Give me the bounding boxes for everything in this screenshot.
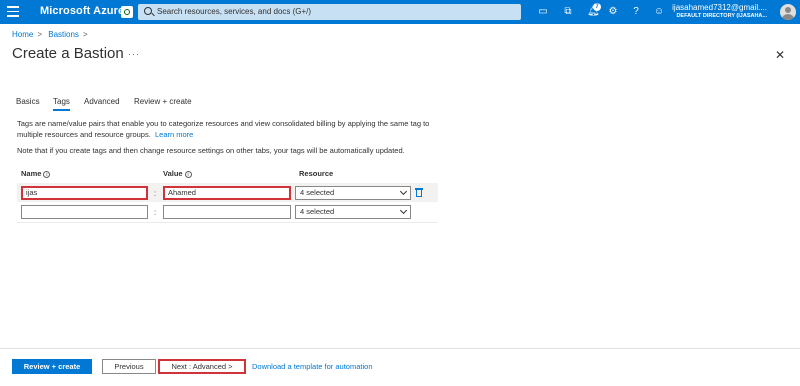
feedback-icon[interactable]: ☺ bbox=[653, 6, 665, 18]
search-icon bbox=[144, 7, 152, 15]
column-header-value: Value i bbox=[163, 169, 192, 178]
next-advanced-button[interactable]: Next : Advanced > bbox=[158, 359, 246, 374]
cloud-shell-icon[interactable]: ▭ bbox=[537, 6, 549, 18]
more-options-icon[interactable]: ··· bbox=[128, 49, 140, 59]
tab-basics[interactable]: Basics bbox=[16, 97, 40, 106]
tab-tags[interactable]: Tags bbox=[53, 97, 70, 111]
breadcrumb-home[interactable]: Home bbox=[12, 30, 33, 39]
close-icon[interactable]: ✕ bbox=[775, 48, 785, 62]
resource-select[interactable]: 4 selected bbox=[295, 186, 411, 200]
column-header-name-label: Name bbox=[21, 169, 42, 178]
tag-value-input[interactable] bbox=[163, 205, 291, 219]
breadcrumb-bastions[interactable]: Bastions bbox=[48, 30, 79, 39]
resource-select-value: 4 selected bbox=[300, 207, 335, 216]
page-title: Create a Bastion bbox=[12, 45, 124, 62]
account-directory[interactable]: DEFAULT DIRECTORY (IJASAHA... bbox=[676, 13, 767, 19]
avatar[interactable] bbox=[780, 4, 796, 20]
column-header-value-label: Value bbox=[163, 169, 183, 178]
settings-icon[interactable]: ⚙ bbox=[607, 6, 619, 18]
learn-more-link[interactable]: Learn more bbox=[155, 130, 193, 139]
tag-value-input[interactable]: Ahamed bbox=[163, 186, 291, 200]
tab-advanced[interactable]: Advanced bbox=[84, 97, 120, 106]
chevron-down-icon bbox=[399, 206, 408, 215]
tags-description-text: Tags are name/value pairs that enable yo… bbox=[17, 119, 430, 139]
breadcrumb-separator: > bbox=[82, 30, 88, 39]
breadcrumb: Home > Bastions > bbox=[12, 30, 92, 39]
delete-tag-icon[interactable] bbox=[415, 188, 423, 197]
tab-review-create[interactable]: Review + create bbox=[134, 97, 192, 106]
account-name[interactable]: ijasahamed7312@gmail.... bbox=[672, 3, 767, 12]
resource-select-value: 4 selected bbox=[300, 188, 335, 197]
notification-badge: 7 bbox=[593, 3, 601, 11]
hamburger-icon[interactable] bbox=[7, 6, 19, 18]
info-icon[interactable]: i bbox=[43, 171, 51, 178]
column-header-name: Name i bbox=[21, 169, 51, 178]
help-icon[interactable]: ? bbox=[630, 6, 642, 18]
copilot-icon[interactable] bbox=[121, 6, 133, 18]
tag-name-input[interactable]: ijas bbox=[21, 186, 148, 200]
review-create-button[interactable]: Review + create bbox=[12, 359, 92, 374]
top-bar: Microsoft Azure Search resources, servic… bbox=[0, 0, 800, 24]
portal-brand[interactable]: Microsoft Azure bbox=[40, 5, 124, 17]
resource-select[interactable]: 4 selected bbox=[295, 205, 411, 219]
previous-button[interactable]: Previous bbox=[102, 359, 156, 374]
tag-name-input[interactable] bbox=[21, 205, 148, 219]
tags-note: Note that if you create tags and then ch… bbox=[17, 146, 405, 155]
row-divider bbox=[17, 222, 438, 223]
chevron-down-icon bbox=[399, 187, 408, 196]
directory-filter-icon[interactable]: ⧉ bbox=[562, 6, 574, 18]
breadcrumb-separator: > bbox=[37, 30, 43, 39]
download-template-link[interactable]: Download a template for automation bbox=[252, 362, 373, 371]
global-search-input[interactable]: Search resources, services, and docs (G+… bbox=[138, 4, 521, 20]
footer-divider bbox=[0, 348, 800, 349]
search-placeholder: Search resources, services, and docs (G+… bbox=[157, 7, 312, 16]
name-value-separator: : bbox=[154, 208, 157, 217]
column-header-resource: Resource bbox=[299, 169, 334, 178]
info-icon[interactable]: i bbox=[184, 171, 192, 178]
name-value-separator: : bbox=[154, 189, 157, 198]
tags-description: Tags are name/value pairs that enable yo… bbox=[17, 119, 437, 140]
